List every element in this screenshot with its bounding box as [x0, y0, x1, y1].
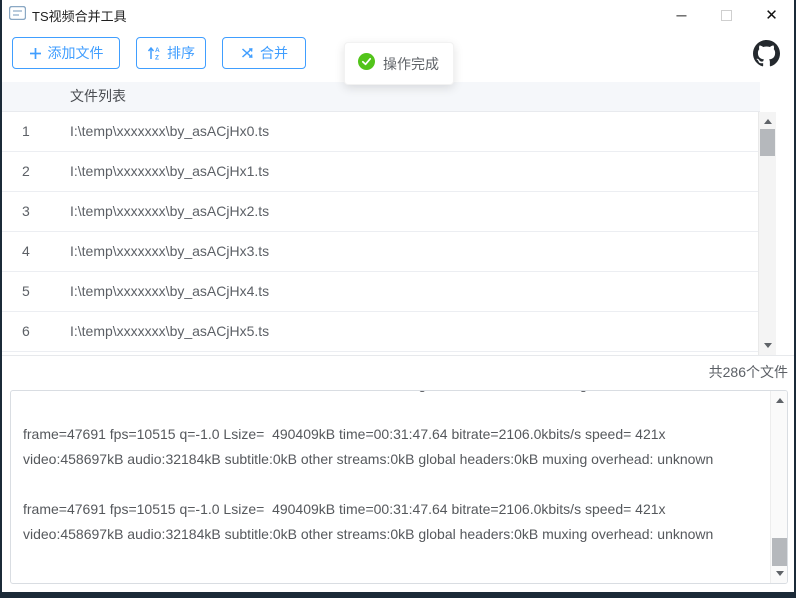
scrollbar-thumb[interactable]	[772, 538, 787, 566]
window-controls: ─ ✕	[659, 0, 794, 30]
github-icon[interactable]	[753, 40, 780, 67]
row-path: I:\temp\xxxxxxx\by_asACjHx2.ts	[70, 192, 269, 231]
row-index: 6	[22, 312, 30, 351]
success-check-icon	[358, 53, 375, 75]
row-index: 3	[22, 192, 30, 231]
row-path: I:\temp\xxxxxxx\by_asACjHx5.ts	[70, 312, 269, 351]
row-path: I:\temp\xxxxxxx\by_asACjHx3.ts	[70, 232, 269, 271]
success-toast: 操作完成	[344, 42, 454, 85]
log-line: frame=47691 fps=10515 q=-1.0 Lsize= 4904…	[23, 497, 761, 522]
row-path: I:\temp\xxxxxxx\by_asACjHx1.ts	[70, 152, 269, 191]
minimize-button[interactable]: ─	[659, 0, 704, 30]
add-files-button[interactable]: 添加文件	[12, 37, 120, 69]
row-path: I:\temp\xxxxxxx\by_asACjHx0.ts	[70, 112, 269, 151]
log-line	[23, 397, 761, 422]
maximize-button[interactable]	[704, 0, 749, 30]
log-line: video:458697kB audio:32184kB subtitle:0k…	[23, 447, 761, 472]
merge-label: 合并	[260, 43, 288, 63]
file-row[interactable]: 3 I:\temp\xxxxxxx\by_asACjHx2.ts	[2, 192, 758, 232]
scroll-down-icon[interactable]	[764, 343, 772, 348]
log-line	[23, 472, 761, 497]
row-index: 4	[22, 232, 30, 271]
file-row[interactable]: 2 I:\temp\xxxxxxx\by_asACjHx1.ts	[2, 152, 758, 192]
log-line: frame=47691 fps=10515 q=-1.0 Lsize= 4904…	[23, 422, 761, 447]
plus-icon	[29, 47, 42, 60]
scroll-down-icon[interactable]	[776, 571, 784, 576]
log-line: video:458697kB audio:32184kB subtitle:0k…	[23, 390, 761, 397]
log-text: video:458697kB audio:32184kB subtitle:0k…	[23, 390, 761, 547]
row-index: 1	[22, 112, 30, 151]
file-list-scrollbar[interactable]	[758, 112, 776, 355]
scroll-up-icon[interactable]	[764, 119, 772, 124]
close-icon: ✕	[765, 6, 778, 24]
file-row[interactable]: 6 I:\temp\xxxxxxx\by_asACjHx5.ts	[2, 312, 758, 352]
merge-button[interactable]: 合并	[222, 37, 306, 69]
total-files-label: 共286个文件	[709, 362, 788, 382]
svg-text:A: A	[155, 47, 160, 54]
file-row[interactable]: 5 I:\temp\xxxxxxx\by_asACjHx4.ts	[2, 272, 758, 312]
scroll-up-icon[interactable]	[776, 398, 784, 403]
add-files-label: 添加文件	[48, 43, 104, 63]
window-title: TS视频合并工具	[32, 6, 127, 25]
row-index: 5	[22, 272, 30, 311]
app-window: TS视频合并工具 ─ ✕ 添加文件 A	[0, 0, 796, 598]
file-list-header: 文件列表	[2, 82, 760, 112]
merge-icon	[240, 46, 254, 60]
row-path: I:\temp\xxxxxxx\by_asACjHx4.ts	[70, 272, 269, 311]
log-scrollbar[interactable]	[770, 391, 787, 583]
toast-message: 操作完成	[383, 54, 439, 74]
log-output-area[interactable]: video:458697kB audio:32184kB subtitle:0k…	[10, 390, 788, 584]
sort-label: 排序	[167, 43, 195, 63]
sort-az-icon: A Z	[147, 46, 161, 60]
file-row[interactable]: 4 I:\temp\xxxxxxx\by_asACjHx3.ts	[2, 232, 758, 272]
table-bottom-border	[2, 355, 794, 356]
file-list-header-label: 文件列表	[70, 82, 126, 111]
file-row[interactable]: 1 I:\temp\xxxxxxx\by_asACjHx0.ts	[2, 112, 758, 152]
row-index: 2	[22, 152, 30, 191]
minimize-icon: ─	[677, 7, 687, 23]
maximize-icon	[721, 10, 732, 21]
sort-button[interactable]: A Z 排序	[136, 37, 206, 69]
scrollbar-thumb[interactable]	[760, 129, 775, 156]
title-bar: TS视频合并工具 ─ ✕	[2, 0, 794, 30]
app-logo-icon	[9, 6, 26, 25]
log-line: video:458697kB audio:32184kB subtitle:0k…	[23, 522, 761, 547]
svg-text:Z: Z	[155, 55, 159, 61]
close-button[interactable]: ✕	[749, 0, 794, 30]
